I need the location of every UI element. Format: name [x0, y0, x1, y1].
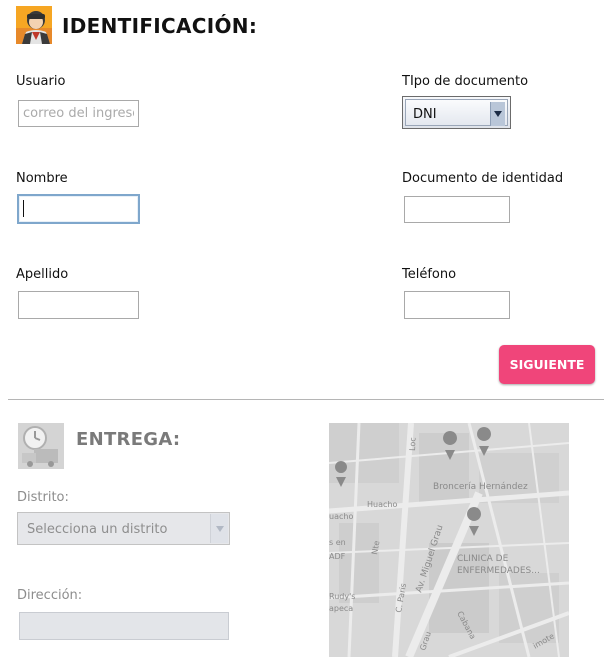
direccion-label: Dirección: [17, 588, 83, 603]
map-label-loc: Loc [408, 437, 417, 451]
direccion-input[interactable] [19, 612, 229, 640]
distrito-select[interactable]: Selecciona un distrito [17, 512, 230, 545]
chevron-down-icon[interactable] [210, 514, 228, 543]
map-label-adf: ADF [329, 552, 346, 561]
text-caret [23, 200, 24, 217]
documento-label: Documento de identidad [402, 171, 564, 186]
tipo-documento-select[interactable]: DNI [402, 96, 511, 129]
user-avatar-icon [16, 6, 52, 44]
identificacion-title: IDENTIFICACIÓN: [62, 14, 258, 38]
map-label-huacho: Huacho [367, 500, 397, 509]
nombre-label: Nombre [16, 171, 68, 186]
tipo-documento-label: TIpo de documento [402, 74, 529, 89]
delivery-map[interactable]: Broncería Hernández CLINICA DE ENFERMEDA… [329, 423, 569, 657]
apellido-input[interactable] [18, 291, 139, 319]
map-label-uacho: uacho [329, 512, 353, 521]
telefono-input[interactable] [404, 291, 510, 319]
telefono-label: Teléfono [402, 267, 457, 282]
map-label-rudys: Rudy's [329, 592, 355, 601]
documento-input[interactable] [404, 196, 510, 223]
tipo-documento-value: DNI [413, 107, 437, 122]
apellido-label: Apellido [16, 267, 69, 282]
clock-delivery-icon [18, 423, 64, 469]
nombre-input[interactable] [17, 194, 140, 224]
map-label-apeca: apeca [329, 604, 353, 613]
map-label-clinica-1: CLINICA DE [457, 554, 509, 564]
usuario-input[interactable] [18, 100, 139, 127]
map-label-clinica-2: ENFERMEDADES... [457, 566, 540, 576]
usuario-label: Usuario [16, 74, 66, 89]
map-label-sen: s en [329, 538, 346, 547]
entrega-title: ENTREGA: [76, 429, 181, 450]
distrito-label: Distrito: [17, 490, 69, 505]
map-label-broncerie: Broncería Hernández [433, 482, 528, 492]
chevron-down-icon[interactable] [490, 102, 505, 126]
siguiente-button[interactable]: SIGUIENTE [499, 345, 595, 384]
section-divider [8, 399, 604, 400]
distrito-value: Selecciona un distrito [27, 522, 168, 537]
